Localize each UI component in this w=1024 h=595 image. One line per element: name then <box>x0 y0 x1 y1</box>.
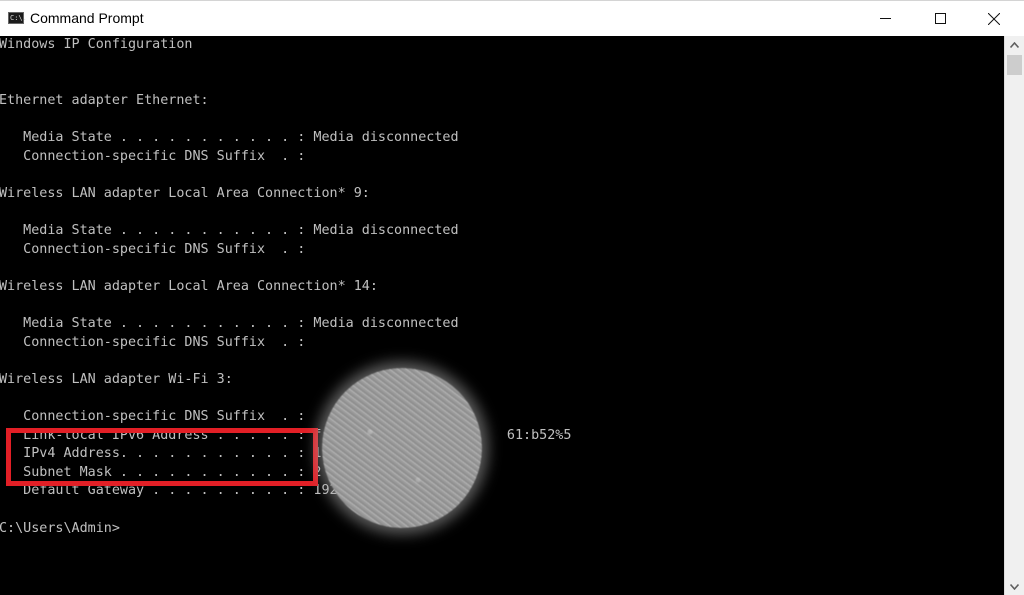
close-button[interactable] <box>971 1 1017 36</box>
console-line: Wireless LAN adapter Local Area Connecti… <box>0 185 370 201</box>
console-line: Ethernet adapter Ethernet: <box>0 92 209 108</box>
close-icon <box>988 12 1000 25</box>
console-output[interactable]: Windows IP Configuration Ethernet adapter… <box>0 36 1004 595</box>
title-bar: C:\. Command Prompt <box>0 0 1024 36</box>
console-line: Wireless LAN adapter Wi-Fi 3: <box>0 371 233 387</box>
console-line: Connection-specific DNS Suffix . : <box>0 241 306 257</box>
console-line: Wireless LAN adapter Local Area Connecti… <box>0 278 378 294</box>
console-line: Connection-specific DNS Suffix . : <box>0 409 306 424</box>
minimize-icon <box>879 18 891 19</box>
console-line: Media State . . . . . . . . . . . : Medi… <box>0 316 459 331</box>
console-line: Windows IP Configuration <box>0 37 193 52</box>
redaction-blur-circle <box>322 368 482 528</box>
maximize-icon <box>934 13 946 24</box>
console-line: Connection-specific DNS Suffix . : <box>0 148 306 164</box>
scroll-up-button[interactable] <box>1005 36 1024 53</box>
maximize-button[interactable] <box>917 1 963 36</box>
vertical-scrollbar[interactable] <box>1004 36 1024 595</box>
scroll-down-button[interactable] <box>1005 578 1024 595</box>
highlight-annotation-box <box>6 428 318 486</box>
cmd-icon: C:\. <box>8 12 27 24</box>
console-line: Media State . . . . . . . . . . . : Medi… <box>0 130 459 145</box>
cmd-icon-glyph: C:\. <box>10 14 27 22</box>
window-title: Command Prompt <box>30 10 144 26</box>
scroll-thumb[interactable] <box>1007 55 1022 75</box>
chevron-up-icon <box>1010 41 1019 48</box>
minimize-button[interactable] <box>862 1 908 36</box>
console-line: Media State . . . . . . . . . . . : Medi… <box>0 223 459 238</box>
command-prompt-line: C:\Users\Admin> <box>0 520 120 536</box>
chevron-down-icon <box>1010 583 1019 590</box>
console-line: Connection-specific DNS Suffix . : <box>0 334 306 350</box>
